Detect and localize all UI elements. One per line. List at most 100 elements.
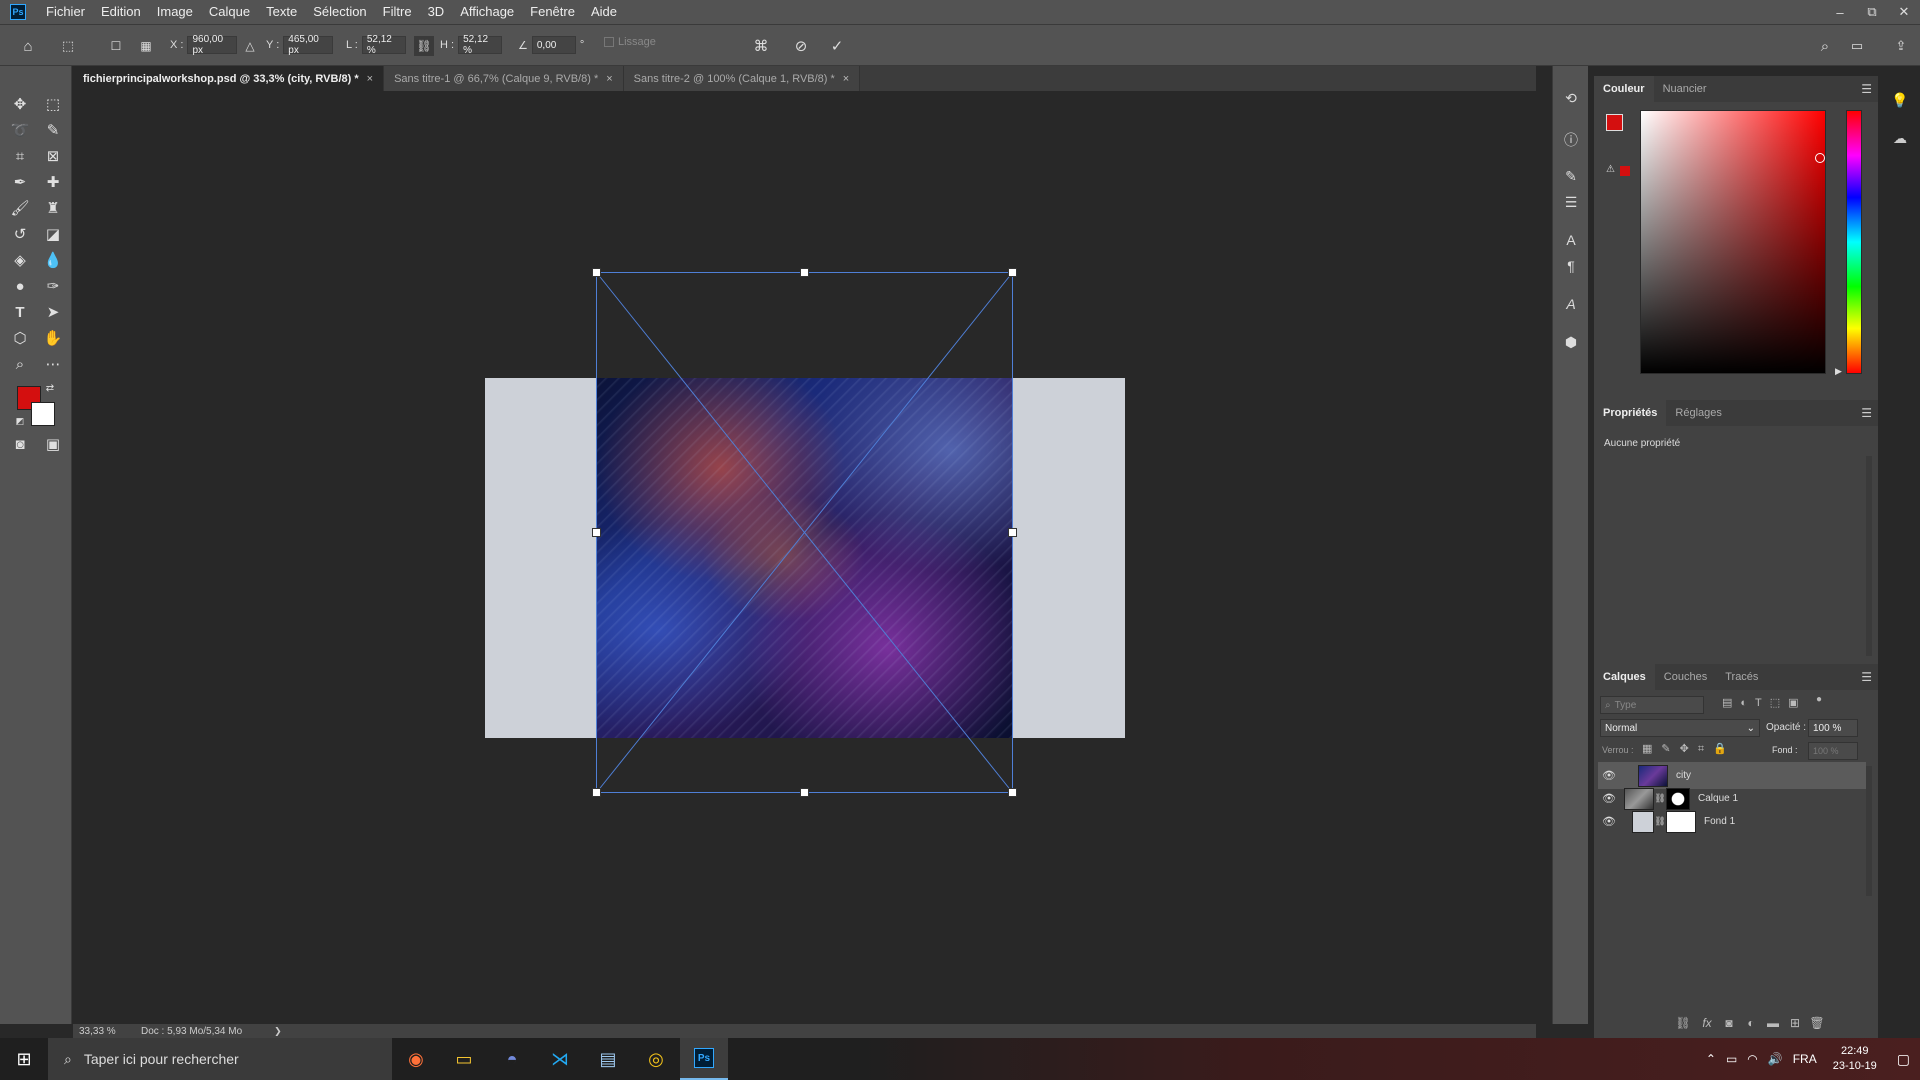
background-color-swatch[interactable]: [31, 402, 55, 426]
menu-aide[interactable]: Aide: [583, 0, 625, 24]
warp-mode-icon[interactable]: ⌘: [751, 36, 771, 56]
visibility-eye-icon[interactable]: 👁: [1598, 792, 1620, 805]
new-group-icon[interactable]: ▬: [1764, 1014, 1782, 1032]
zoom-tool-icon[interactable]: ⌕: [8, 352, 32, 376]
volume-icon[interactable]: 🔊: [1768, 1052, 1783, 1066]
path-selection-tool-icon[interactable]: ➤: [41, 300, 65, 324]
menu-image[interactable]: Image: [149, 0, 201, 24]
frame-tool-icon[interactable]: ⊠: [41, 144, 65, 168]
tab-sans-titre-2[interactable]: Sans titre-2 @ 100% (Calque 1, RVB/8) * …: [623, 66, 861, 91]
panel-menu-icon[interactable]: ☰: [1861, 670, 1872, 684]
windows-start-icon[interactable]: ⊞: [0, 1038, 48, 1080]
tab-nuancier[interactable]: Nuancier: [1654, 76, 1716, 102]
learn-icon[interactable]: 💡: [1888, 88, 1912, 112]
shape-tool-icon[interactable]: ⬡: [8, 326, 32, 350]
minimize-button[interactable]: –: [1824, 0, 1856, 24]
x-position-input[interactable]: 960,00 px: [187, 34, 238, 56]
vscode-icon[interactable]: ⋊: [536, 1038, 584, 1080]
panel-menu-icon[interactable]: ☰: [1861, 82, 1872, 96]
menu-fenetre[interactable]: Fenêtre: [522, 0, 583, 24]
brush-settings-icon[interactable]: ✎: [1559, 164, 1583, 188]
blend-mode-select[interactable]: Normal ⌄: [1600, 719, 1760, 737]
rotation-input[interactable]: 0,00: [531, 36, 576, 54]
fill-input[interactable]: 100 %: [1808, 742, 1858, 760]
visibility-eye-icon[interactable]: 👁: [1598, 815, 1620, 828]
notifications-icon[interactable]: ▢: [1897, 1051, 1910, 1068]
adjustment-layer-icon[interactable]: ◐: [1742, 1014, 1760, 1032]
link-proportions-icon[interactable]: ⛓: [414, 36, 434, 56]
paragraph-panel-icon[interactable]: ¶: [1559, 254, 1583, 278]
reference-point-grid-icon[interactable]: ▦: [136, 36, 156, 56]
eyedropper-tool-icon[interactable]: ✒: [8, 170, 32, 194]
close-button[interactable]: ✕: [1888, 0, 1920, 24]
link-icon[interactable]: ⛓: [1654, 816, 1666, 827]
clock[interactable]: 22:49 23-10-19: [1833, 1044, 1877, 1074]
lock-icons[interactable]: ▦✎✥⌗🔒: [1642, 742, 1736, 756]
swap-colors-icon[interactable]: ⇄: [44, 382, 56, 394]
search-icon[interactable]: ⌕: [1815, 36, 1835, 56]
clone-stamp-tool-icon[interactable]: ♜: [41, 196, 65, 220]
transform-handle[interactable]: [592, 528, 601, 537]
marquee-tool-icon[interactable]: ⬚: [41, 92, 65, 116]
eraser-tool-icon[interactable]: ◪: [41, 222, 65, 246]
color-spectrum-field[interactable]: [1640, 110, 1826, 374]
width-input[interactable]: 52,12 %: [361, 34, 406, 56]
default-colors-icon[interactable]: ◩: [14, 415, 26, 427]
battery-icon[interactable]: ▭: [1726, 1052, 1737, 1066]
hand-tool-icon[interactable]: ✋: [41, 326, 65, 350]
transform-handle[interactable]: [800, 788, 809, 797]
chrome-icon[interactable]: ◎: [632, 1038, 680, 1080]
chevron-up-icon[interactable]: ⌃: [1706, 1052, 1716, 1066]
tab-sans-titre-1[interactable]: Sans titre-1 @ 66,7% (Calque 9, RVB/8) *…: [384, 66, 624, 91]
tab-close-icon[interactable]: ×: [843, 73, 849, 85]
height-input[interactable]: 52,12 %: [458, 34, 503, 56]
delete-layer-icon[interactable]: 🗑: [1808, 1014, 1826, 1032]
more-tools-icon[interactable]: ⋯: [41, 352, 65, 376]
tab-couleur[interactable]: Couleur: [1594, 76, 1654, 102]
reference-point-toggle-icon[interactable]: ☐: [106, 36, 126, 56]
move-tool-icon[interactable]: ✥: [8, 92, 32, 116]
tab-reglages[interactable]: Réglages: [1666, 400, 1730, 426]
transform-tool-icon[interactable]: ⬚: [58, 36, 78, 56]
paint-bucket-tool-icon[interactable]: ◈: [8, 248, 32, 272]
menu-affichage[interactable]: Affichage: [452, 0, 522, 24]
character-panel-icon[interactable]: A: [1559, 228, 1583, 252]
menu-calque[interactable]: Calque: [201, 0, 258, 24]
relative-position-icon[interactable]: △: [240, 36, 260, 56]
3d-panel-icon[interactable]: ⬢: [1559, 330, 1583, 354]
menu-texte[interactable]: Texte: [258, 0, 305, 24]
transform-handle[interactable]: [1008, 268, 1017, 277]
notepad-icon[interactable]: ▤: [584, 1038, 632, 1080]
taskbar-search-box[interactable]: ⌕ Taper ici pour rechercher: [48, 1038, 392, 1080]
adjustments-icon[interactable]: ☰: [1559, 190, 1583, 214]
history-panel-icon[interactable]: ⟲: [1559, 86, 1583, 110]
tab-close-icon[interactable]: ×: [606, 73, 612, 85]
tab-fichierprincipalworkshop[interactable]: fichierprincipalworkshop.psd @ 33,3% (ci…: [73, 66, 385, 91]
commit-transform-icon[interactable]: ✓: [827, 36, 847, 56]
transform-handle[interactable]: [800, 268, 809, 277]
link-icon[interactable]: ⛓: [1654, 793, 1666, 804]
filter-toggle-icon[interactable]: ●: [1816, 694, 1822, 705]
share-icon[interactable]: ⇪: [1891, 36, 1911, 56]
free-transform-box[interactable]: [73, 91, 1536, 1024]
smoothing-checkbox[interactable]: [604, 37, 614, 47]
menu-edition[interactable]: Edition: [93, 0, 149, 24]
discord-icon[interactable]: ◓: [488, 1038, 536, 1080]
layers-scrollbar[interactable]: [1866, 766, 1872, 896]
layer-filter-input[interactable]: ⌕ Type: [1600, 696, 1704, 714]
menu-selection[interactable]: Sélection: [305, 0, 374, 24]
pen-tool-icon[interactable]: ✑: [41, 274, 65, 298]
menu-filtre[interactable]: Filtre: [375, 0, 420, 24]
tab-calques[interactable]: Calques: [1594, 664, 1655, 690]
type-tool-icon[interactable]: T: [8, 300, 32, 324]
quick-selection-tool-icon[interactable]: ✎: [41, 118, 65, 142]
add-mask-icon[interactable]: ◙: [1720, 1014, 1738, 1032]
healing-brush-tool-icon[interactable]: ✚: [41, 170, 65, 194]
photoshop-taskbar-icon[interactable]: Ps: [680, 1038, 728, 1080]
properties-scrollbar[interactable]: [1866, 456, 1872, 656]
cancel-transform-icon[interactable]: ⊘: [791, 36, 811, 56]
layer-filter-icons[interactable]: ▤◐T⬚▣: [1722, 696, 1807, 709]
canvas-area[interactable]: [73, 91, 1536, 1024]
dodge-tool-icon[interactable]: ●: [8, 274, 32, 298]
libraries-icon[interactable]: ☁: [1888, 126, 1912, 150]
